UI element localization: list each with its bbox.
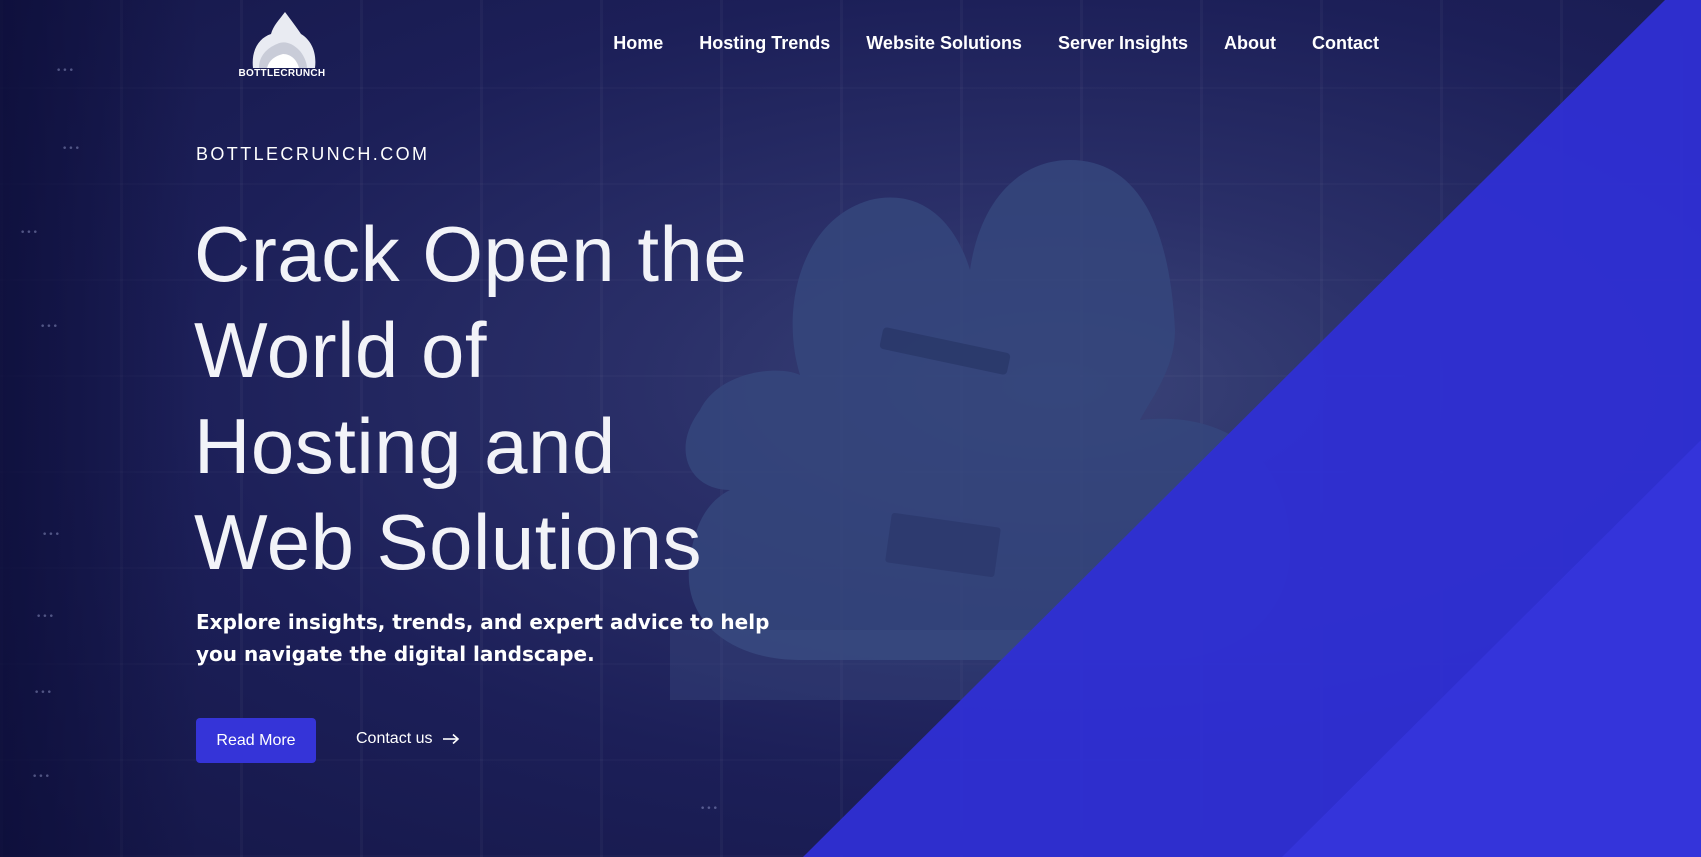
hero-headline: Crack Open the World of Hosting and Web …	[194, 206, 747, 590]
bottle-cap-logo-icon	[252, 12, 316, 68]
contact-us-link[interactable]: Contact us	[356, 730, 460, 748]
nav-item-about[interactable]: About	[1224, 33, 1276, 54]
background-shade	[0, 0, 200, 857]
rack-dots: •••	[20, 228, 39, 238]
headline-line: Hosting and	[194, 402, 616, 490]
contact-us-label: Contact us	[356, 730, 433, 747]
hero-subtext: Explore insights, trends, and expert adv…	[196, 610, 770, 666]
logo-wordmark: BOTTLECRUNCH	[238, 68, 326, 79]
rack-dots: •••	[40, 322, 59, 332]
headline-line: World of	[194, 306, 487, 394]
main-navigation: Home Hosting Trends Website Solutions Se…	[613, 33, 1379, 54]
nav-item-server-insights[interactable]: Server Insights	[1058, 33, 1188, 54]
rack-dots: •••	[36, 612, 55, 622]
rack-dots: •••	[34, 688, 53, 698]
headline-line: Crack Open the	[194, 210, 748, 298]
nav-item-hosting-trends[interactable]: Hosting Trends	[699, 33, 830, 54]
headline-line: Web Solutions	[194, 498, 703, 586]
nav-item-home[interactable]: Home	[613, 33, 663, 54]
rack-dots: •••	[56, 66, 75, 76]
nav-item-contact[interactable]: Contact	[1312, 33, 1379, 54]
site-logo[interactable]: BOTTLECRUNCH	[236, 10, 328, 86]
hero-section: ••• ••• ••• ••• ••• ••• ••• ••• ••• BOTT…	[0, 0, 1701, 857]
hero-eyebrow: BOTTLECRUNCH.COM	[196, 144, 430, 164]
arrow-right-icon	[443, 733, 460, 745]
rack-dots: •••	[42, 530, 61, 540]
rack-dots: •••	[700, 804, 719, 814]
read-more-button[interactable]: Read More	[196, 718, 316, 763]
rack-dots: •••	[62, 144, 81, 154]
nav-item-website-solutions[interactable]: Website Solutions	[866, 33, 1022, 54]
rack-dots: •••	[32, 772, 51, 782]
